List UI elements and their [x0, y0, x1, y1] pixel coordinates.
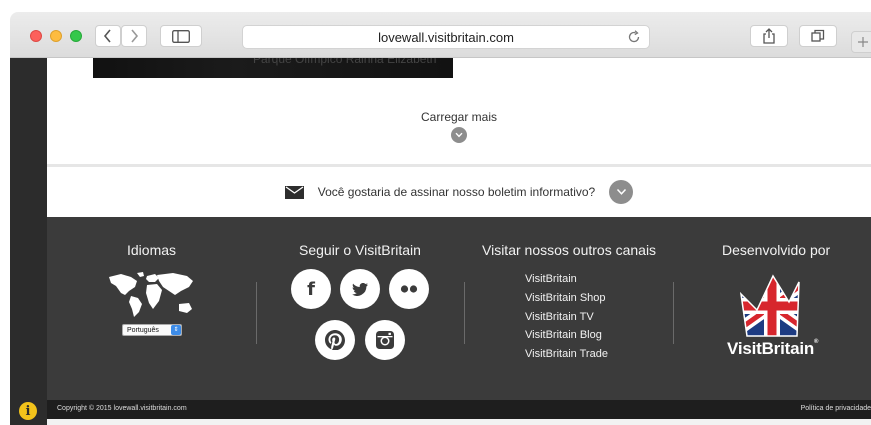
select-arrow-icon: ⇕ [171, 325, 181, 335]
developed-title: Desenvolvido por [722, 242, 831, 258]
flickr-icon [400, 285, 418, 293]
newsletter-text: Você gostaria de assinar nosso boletim i… [317, 185, 596, 199]
envelope-icon [284, 185, 304, 199]
share-icon [763, 28, 775, 44]
pinterest-link[interactable] [315, 320, 355, 360]
language-select[interactable]: Português ⇕ [122, 324, 182, 336]
info-icon[interactable]: i [19, 402, 37, 420]
channel-link-shop[interactable]: VisitBritain Shop [525, 289, 608, 308]
close-window-button[interactable] [30, 30, 42, 42]
sidebar-toggle-button[interactable] [160, 25, 202, 47]
channel-links: VisitBritain VisitBritain Shop VisitBrit… [525, 270, 608, 364]
channel-link-tv[interactable]: VisitBritain TV [525, 308, 608, 327]
new-tab-button[interactable] [851, 31, 871, 53]
flickr-link[interactable] [389, 269, 429, 309]
channel-link-blog[interactable]: VisitBritain Blog [525, 326, 608, 345]
channel-link-visitbritain[interactable]: VisitBritain [525, 270, 608, 289]
newsletter-bar: Você gostaria de assinar nosso boletim i… [47, 167, 871, 217]
instagram-link[interactable] [365, 320, 405, 360]
plus-icon [858, 37, 868, 47]
visitbritain-logo-text[interactable]: VisitBritain® [727, 339, 818, 359]
sidebar-icon [172, 29, 190, 43]
chevron-down-icon [616, 188, 626, 195]
column-divider [464, 282, 465, 344]
language-selected: Português [127, 326, 159, 334]
channel-link-trade[interactable]: VisitBritain Trade [525, 345, 608, 364]
image-caption: Parque Olímpico Rainha Elizabeth [253, 58, 437, 66]
tabs-overview-button[interactable] [799, 25, 837, 47]
reload-icon [628, 30, 640, 43]
column-divider [673, 282, 674, 344]
load-more[interactable]: Carregar mais [47, 110, 871, 143]
facebook-icon: f [307, 278, 315, 300]
column-divider [256, 282, 257, 344]
back-button[interactable] [95, 25, 121, 47]
newsletter-expand-button[interactable] [609, 180, 634, 204]
channels-title: Visitar nossos outros canais [482, 242, 657, 258]
browser-toolbar: lovewall.visitbritain.com [10, 12, 871, 58]
copyright-bar: Copyright © 2015 lovewall.visitbritain.c… [47, 400, 871, 419]
minimize-window-button[interactable] [50, 30, 62, 42]
address-bar[interactable]: lovewall.visitbritain.com [242, 25, 650, 49]
instagram-icon [376, 331, 394, 349]
twitter-icon [352, 282, 368, 296]
chevron-right-icon [131, 29, 139, 43]
footer: Idiomas Português ⇕ Seguir o VisitBritai… [47, 217, 871, 400]
page-bottom [47, 419, 871, 425]
url-text: lovewall.visitbritain.com [378, 29, 514, 45]
forward-button[interactable] [121, 25, 147, 47]
reload-button[interactable] [627, 30, 641, 47]
pinterest-icon [325, 330, 345, 350]
gallery-image[interactable]: Parque Olímpico Rainha Elizabeth [93, 58, 453, 78]
tabs-icon [811, 29, 825, 42]
copyright-text: Copyright © 2015 lovewall.visitbritain.c… [57, 405, 187, 412]
social-title: Seguir o VisitBritain [299, 242, 421, 258]
side-panel [10, 58, 47, 425]
chevron-down-icon [455, 132, 463, 138]
share-button[interactable] [750, 25, 788, 47]
load-more-button[interactable] [451, 127, 467, 143]
facebook-link[interactable]: f [291, 269, 331, 309]
load-more-label[interactable]: Carregar mais [47, 110, 871, 124]
languages-title: Idiomas [127, 242, 177, 258]
privacy-link[interactable]: Política de privacidade [801, 405, 871, 412]
visitbritain-logo-mark[interactable] [727, 274, 817, 338]
world-map-icon [109, 272, 193, 317]
chevron-left-icon [103, 29, 111, 43]
twitter-link[interactable] [340, 269, 380, 309]
zoom-window-button[interactable] [70, 30, 82, 42]
